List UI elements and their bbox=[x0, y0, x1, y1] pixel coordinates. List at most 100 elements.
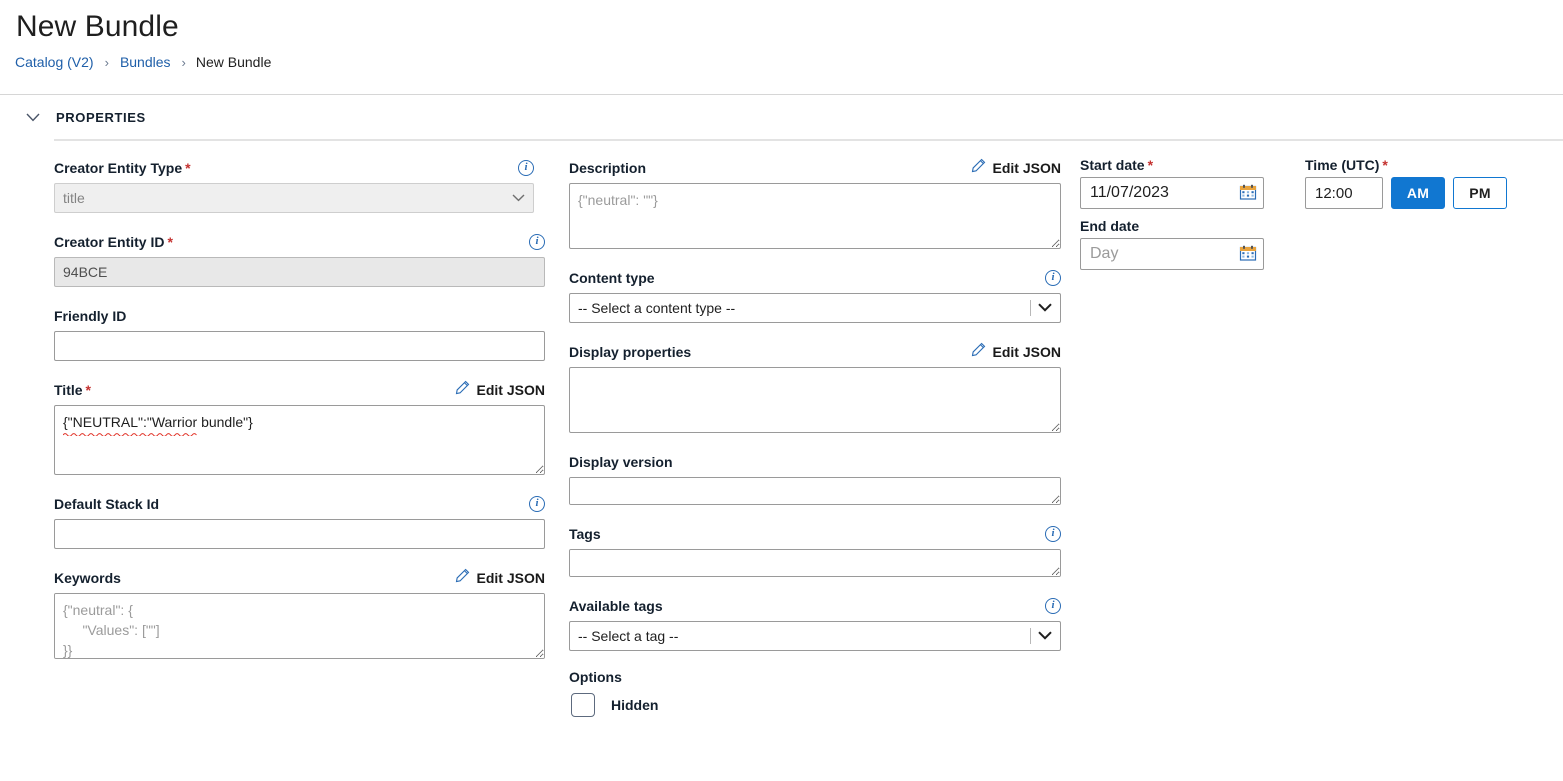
info-icon-content-type[interactable]: i bbox=[1045, 270, 1061, 286]
available-tags-select[interactable]: -- Select a tag -- bbox=[569, 621, 1061, 651]
required-marker: * bbox=[167, 234, 172, 250]
label-display-properties: Display properties bbox=[569, 344, 691, 360]
field-display-version: Display version bbox=[569, 451, 1070, 505]
breadcrumb-item-catalog[interactable]: Catalog (V2) bbox=[14, 54, 95, 70]
label-end-date: End date bbox=[1080, 218, 1290, 234]
info-icon-creator-entity-id[interactable]: i bbox=[529, 234, 545, 250]
creator-entity-id-input bbox=[54, 257, 545, 287]
hidden-checkbox-label: Hidden bbox=[611, 697, 658, 713]
field-available-tags: Available tags i -- Select a tag -- bbox=[569, 595, 1070, 651]
default-stack-id-input[interactable] bbox=[54, 519, 545, 549]
form-column-right: Start date* bbox=[1070, 157, 1563, 270]
label-start-date: Start date* bbox=[1080, 157, 1290, 173]
keywords-textarea[interactable] bbox=[54, 593, 545, 659]
label-options: Options bbox=[569, 669, 1070, 685]
pm-button[interactable]: PM bbox=[1453, 177, 1507, 209]
content-type-select-shell: -- Select a content type -- bbox=[569, 293, 1061, 323]
label-available-tags: Available tags bbox=[569, 598, 663, 614]
breadcrumb-item-current: New Bundle bbox=[196, 54, 272, 70]
section-title: PROPERTIES bbox=[56, 110, 146, 125]
page-title: New Bundle bbox=[0, 0, 1563, 46]
field-friendly-id: Friendly ID bbox=[54, 305, 560, 361]
label-friendly-id: Friendly ID bbox=[54, 308, 126, 324]
description-textarea[interactable] bbox=[569, 183, 1061, 249]
available-tags-select-shell: -- Select a tag -- bbox=[569, 621, 1061, 651]
start-date-input-shell bbox=[1080, 177, 1264, 209]
edit-json-label: Edit JSON bbox=[477, 570, 545, 586]
date-fields-group: Start date* bbox=[1080, 157, 1290, 270]
edit-json-label: Edit JSON bbox=[477, 382, 545, 398]
title-textarea[interactable]: {"NEUTRAL":"Warrior bundle"} bbox=[54, 405, 545, 475]
time-input[interactable] bbox=[1305, 177, 1383, 209]
required-marker: * bbox=[1382, 157, 1387, 173]
edit-json-label: Edit JSON bbox=[993, 160, 1061, 176]
field-content-type: Content type i -- Select a content type … bbox=[569, 267, 1070, 323]
edit-json-button-display-properties[interactable]: Edit JSON bbox=[971, 342, 1061, 362]
field-keywords: Keywords Edit JSON bbox=[54, 567, 560, 659]
hidden-checkbox[interactable] bbox=[571, 693, 595, 717]
calendar-icon bbox=[1239, 183, 1257, 204]
info-icon-tags[interactable]: i bbox=[1045, 526, 1061, 542]
field-options: Options Hidden bbox=[569, 669, 1070, 717]
label-tags: Tags bbox=[569, 526, 601, 542]
required-marker: * bbox=[185, 160, 190, 176]
time-controls: AM PM bbox=[1305, 177, 1510, 209]
end-date-input[interactable] bbox=[1080, 238, 1264, 270]
pencil-icon bbox=[455, 568, 470, 588]
title-textarea-wrap: {"NEUTRAL":"Warrior bundle"} bbox=[54, 405, 560, 475]
time-field-group: Time (UTC)* AM PM bbox=[1290, 157, 1510, 270]
pencil-icon bbox=[971, 158, 986, 178]
chevron-down-icon[interactable] bbox=[22, 106, 44, 128]
page-header: New Bundle Catalog (V2) › Bundles › New … bbox=[0, 0, 1563, 95]
label-description: Description bbox=[569, 160, 646, 176]
checkbox-row-hidden[interactable]: Hidden bbox=[569, 693, 1070, 717]
field-creator-entity-type: Creator Entity Type* i title bbox=[54, 157, 560, 213]
info-icon-default-stack-id[interactable]: i bbox=[529, 496, 545, 512]
start-date-input[interactable] bbox=[1080, 177, 1264, 209]
field-default-stack-id: Default Stack Id i bbox=[54, 493, 560, 549]
label-time-utc: Time (UTC)* bbox=[1305, 157, 1510, 173]
label-creator-entity-id: Creator Entity ID* bbox=[54, 234, 173, 250]
label-creator-entity-type: Creator Entity Type* bbox=[54, 160, 191, 176]
creator-entity-type-select: title bbox=[54, 183, 534, 213]
form-column-left: Creator Entity Type* i title Creator Ent… bbox=[0, 157, 560, 677]
info-icon-creator-entity-type[interactable]: i bbox=[518, 160, 534, 176]
display-version-textarea[interactable] bbox=[569, 477, 1061, 505]
field-creator-entity-id: Creator Entity ID* i bbox=[54, 231, 560, 287]
content-type-select[interactable]: -- Select a content type -- bbox=[569, 293, 1061, 323]
field-end-date: End date bbox=[1080, 218, 1290, 270]
properties-section-header[interactable]: PROPERTIES bbox=[0, 95, 1563, 139]
field-tags: Tags i bbox=[569, 523, 1070, 577]
edit-json-label: Edit JSON bbox=[993, 344, 1061, 360]
am-button[interactable]: AM bbox=[1391, 177, 1445, 209]
required-marker: * bbox=[1148, 157, 1153, 173]
edit-json-button-description[interactable]: Edit JSON bbox=[971, 158, 1061, 178]
edit-json-button-title[interactable]: Edit JSON bbox=[455, 380, 545, 400]
edit-json-button-keywords[interactable]: Edit JSON bbox=[455, 568, 545, 588]
tags-textarea[interactable] bbox=[569, 549, 1061, 577]
label-title: Title* bbox=[54, 382, 91, 398]
field-description: Description Edit JSON bbox=[569, 157, 1070, 249]
breadcrumb-item-bundles[interactable]: Bundles bbox=[119, 54, 172, 70]
label-keywords: Keywords bbox=[54, 570, 121, 586]
properties-form: Creator Entity Type* i title Creator Ent… bbox=[0, 141, 1563, 735]
breadcrumb-separator-icon: › bbox=[105, 55, 109, 70]
label-content-type: Content type bbox=[569, 270, 655, 286]
label-default-stack-id: Default Stack Id bbox=[54, 496, 159, 512]
required-marker: * bbox=[86, 382, 91, 398]
field-title: Title* Edit JSON {"NEUTRAL":"Warrior bun… bbox=[54, 379, 560, 475]
calendar-icon bbox=[1239, 244, 1257, 265]
field-start-date: Start date* bbox=[1080, 157, 1290, 209]
info-icon-available-tags[interactable]: i bbox=[1045, 598, 1061, 614]
end-date-input-shell bbox=[1080, 238, 1264, 270]
friendly-id-input[interactable] bbox=[54, 331, 545, 361]
end-date-calendar-button[interactable] bbox=[1238, 244, 1258, 264]
field-display-properties: Display properties Edit JSON bbox=[569, 341, 1070, 433]
pencil-icon bbox=[971, 342, 986, 362]
start-date-calendar-button[interactable] bbox=[1238, 183, 1258, 203]
breadcrumb: Catalog (V2) › Bundles › New Bundle bbox=[0, 46, 1563, 74]
label-display-version: Display version bbox=[569, 454, 673, 470]
breadcrumb-separator-icon: › bbox=[182, 55, 186, 70]
creator-entity-type-select-shell: title bbox=[54, 183, 534, 213]
display-properties-textarea[interactable] bbox=[569, 367, 1061, 433]
